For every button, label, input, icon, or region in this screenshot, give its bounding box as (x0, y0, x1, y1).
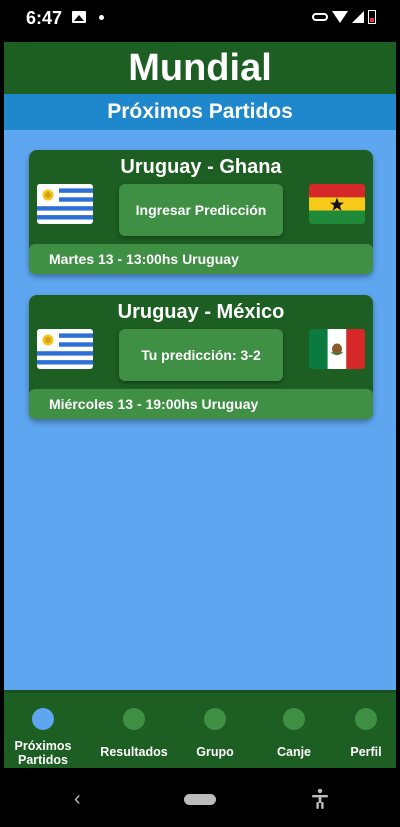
nav-item-label: Canje (276, 745, 312, 759)
home-pill-icon[interactable] (184, 794, 216, 805)
nav-item-label: Grupo (196, 745, 234, 759)
gallery-notification-icon (72, 11, 86, 23)
uruguay-flag-icon (37, 184, 93, 224)
nav-item-label: Próximos Partidos (4, 739, 82, 767)
nav-dot-icon (123, 708, 145, 730)
mexico-flag-icon (309, 329, 365, 369)
match-date: Miércoles 13 - 19:00hs Uruguay (29, 389, 373, 419)
match-title: Uruguay - México (117, 301, 285, 323)
status-icons (312, 10, 376, 24)
match-card: Uruguay - Ghana Ingresar Predicción Mart… (29, 150, 373, 274)
nav-dot-icon (32, 708, 54, 730)
status-time: 6:47 (26, 8, 63, 28)
battery-low-icon (368, 10, 376, 24)
bottom-navigation: Próximos Partidos Resultados Grupo Canje… (4, 690, 396, 768)
nav-item-label: Resultados (100, 745, 168, 759)
uruguay-flag-icon (37, 329, 93, 369)
vpn-key-icon (312, 13, 328, 21)
nav-label-line1: Próximos (14, 739, 72, 753)
ghana-flag-icon (309, 184, 365, 224)
match-title: Uruguay - Ghana (120, 156, 282, 178)
section-title: Próximos Partidos (4, 94, 396, 130)
nav-dot-icon (204, 708, 226, 730)
match-card: Uruguay - México Tu predicción: 3-2 Miér… (29, 295, 373, 419)
nav-item-resultados[interactable]: Resultados (94, 693, 174, 771)
nav-item-proximos-partidos[interactable]: Próximos Partidos (4, 693, 82, 771)
status-bar: 6:47 (0, 0, 400, 36)
nav-item-grupo[interactable]: Grupo (184, 693, 246, 771)
accessibility-icon[interactable] (311, 788, 329, 810)
nav-item-canje[interactable]: Canje (263, 693, 325, 771)
back-icon[interactable]: ‹ (74, 788, 81, 811)
match-date: Martes 13 - 13:00hs Uruguay (29, 244, 373, 274)
nav-item-label: Perfil (350, 745, 382, 759)
system-navigation-bar: ‹ (0, 768, 400, 827)
notification-dot-icon (99, 15, 104, 20)
nav-label-line2: Partidos (17, 753, 68, 767)
app-title: Mundial (4, 42, 396, 94)
nav-dot-icon (355, 708, 377, 730)
cell-signal-icon (352, 11, 364, 23)
enter-prediction-button[interactable]: Ingresar Predicción (119, 184, 283, 236)
wifi-icon (332, 11, 348, 23)
app-screen: Mundial Próximos Partidos Uruguay - Ghan… (4, 42, 396, 767)
nav-dot-icon (283, 708, 305, 730)
your-prediction-button[interactable]: Tu predicción: 3-2 (119, 329, 283, 381)
nav-item-perfil[interactable]: Perfil (336, 693, 396, 771)
